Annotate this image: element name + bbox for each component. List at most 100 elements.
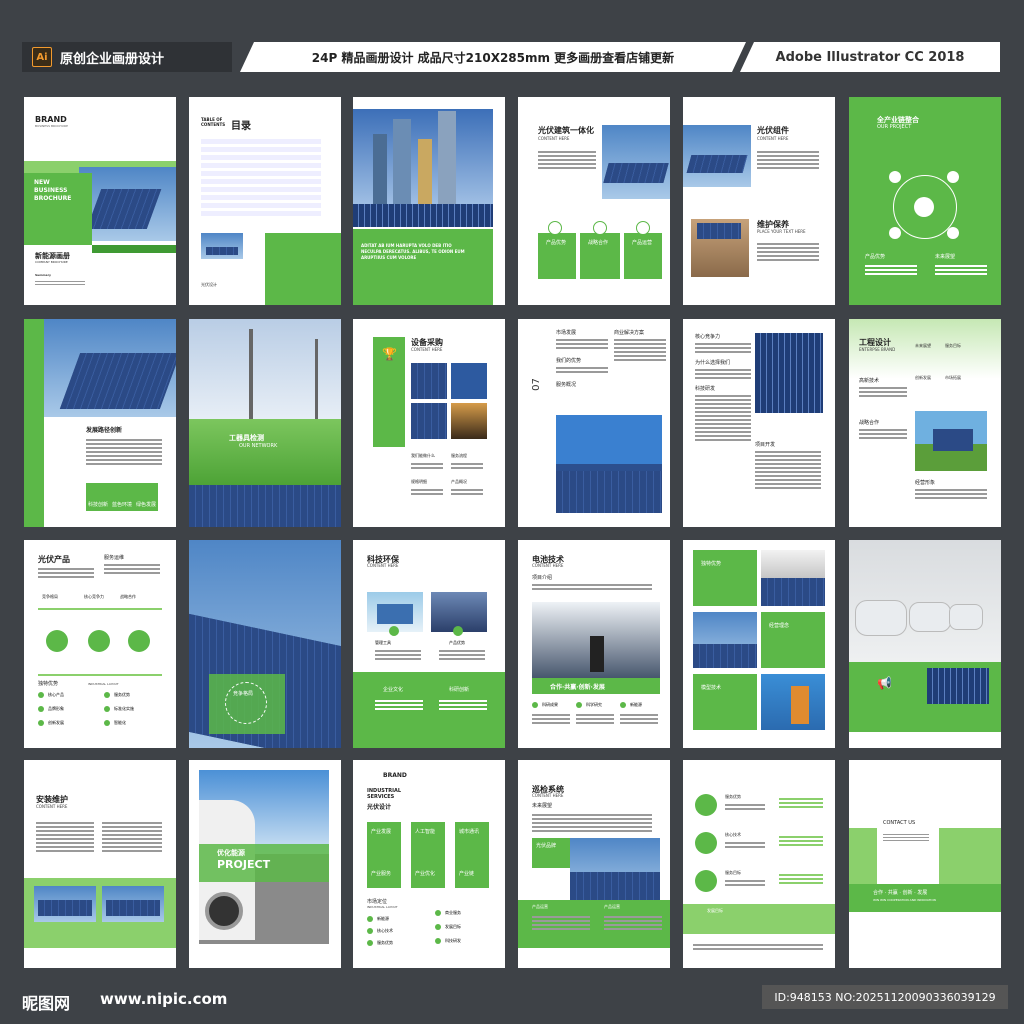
toc-en: TABLE OF CONTENTS xyxy=(201,117,226,127)
dev-icons-block: 科技创新 蓝色环境 绿色发展 xyxy=(86,483,158,511)
page-project: 优化能源 PROJECT xyxy=(189,760,341,968)
pages-p17-l3: 模型技术 xyxy=(701,685,722,691)
pages-p12-b4: 市场拓展 xyxy=(945,375,961,380)
pages-p21-b1: 产业发展 xyxy=(371,829,392,835)
pages-p10-l2: 商业解决方案 xyxy=(614,330,645,336)
engineering-sub: ENTERPSE BRAND xyxy=(859,347,896,352)
ev-photo xyxy=(849,540,1001,662)
pages-p4-b2: 战略合作 xyxy=(588,240,609,246)
cover-dark-strip xyxy=(92,245,176,253)
pages-p12-b3: 创新发展 xyxy=(915,375,931,380)
equipment-sub: CONTENT HERE xyxy=(411,347,443,352)
pages-p15-l2: 产品优势 xyxy=(449,640,465,645)
toc-green-block xyxy=(265,233,341,305)
cover-summary: Summary xyxy=(35,273,52,277)
pages-p10-l3: 我们的优势 xyxy=(556,358,582,364)
page-contact: CONTACT US 合作 · 共赢 · 创新 · 发展 WIN WIN COO… xyxy=(849,760,1001,968)
battery-sub: CONTENT HERE xyxy=(532,563,564,568)
dev-side-strip xyxy=(24,319,44,527)
pages-p21-i1: 新能源 xyxy=(377,916,389,921)
page-num: 07 xyxy=(530,378,542,391)
pv-modules-sub: CONTENT HERE xyxy=(757,136,789,141)
pv-box-2: 战略合作 xyxy=(580,233,620,279)
page-development-path: 发展路径创新 科技创新 蓝色环境 绿色发展 xyxy=(24,319,176,527)
eco-sub: CONTENT HERE xyxy=(367,563,399,568)
pages-p16-i1: 科研成果 xyxy=(542,702,558,707)
pages-p21-l2: INDUSTRIAL LAYOUT xyxy=(367,905,398,909)
wind-photo xyxy=(556,415,662,513)
header-title-left: 原创企业画册设计 xyxy=(60,51,165,67)
nipic-logo: 昵图网 xyxy=(22,994,71,1013)
image-id: ID:948153 NO:20251120090336039129 xyxy=(762,985,1008,1009)
cover-title: NEW BUSINESS BROCHURE xyxy=(34,179,72,202)
brand-label: BRAND xyxy=(35,115,67,124)
pages-p24-slogan: 合作 · 共赢 · 创新 · 发展 xyxy=(873,890,928,896)
network-title: 工器具检测 xyxy=(229,434,264,442)
pages-p13-c3: 战略合作 xyxy=(120,594,136,599)
page-advantages: 独特优势 经营理念 模型技术 xyxy=(683,540,835,748)
pages-p16-i3: 新能源 xyxy=(630,702,642,707)
trophy-icon: 🏆 xyxy=(382,347,397,361)
pages-p9-l3: 规格明细 xyxy=(411,479,427,484)
pages-p12-l2: 战略合作 xyxy=(859,420,880,426)
villa-photo xyxy=(915,411,987,471)
pages-p23-b: 发展目标 xyxy=(707,908,723,913)
battery-banner: 合作·共赢·创新·发展 xyxy=(532,678,660,694)
pages-p4-b1: 产品优势 xyxy=(546,240,567,246)
pages-p21-s3: 产业链 xyxy=(459,871,475,877)
pages-p23-t3: 服务目标 xyxy=(725,870,741,875)
competition-badge-block: 竞争格局 xyxy=(209,674,285,734)
inspection-sub: CONTENT HERE xyxy=(532,793,564,798)
pages-p13-c2: 核心竞争力 xyxy=(84,594,104,599)
page-eco-tech: 科技环保 CONTENT HERE 管理工具 产品优势 企业文化 科研创新 xyxy=(353,540,505,748)
cover-green-block: NEW BUSINESS BROCHURE xyxy=(24,173,92,245)
pv-modules-title: 光伏组件 xyxy=(757,126,789,135)
pages-p11-l4: 项目开发 xyxy=(755,442,776,448)
contact-card: CONTACT US xyxy=(877,812,939,884)
page-pv-building: 光伏建筑一体化 CONTENT HERE 产品优势 战略合作 产品运营 xyxy=(518,97,670,305)
pages-p22-l2: 产品运营 xyxy=(532,904,548,909)
pages-p21-b2: 人工智能 xyxy=(415,829,436,835)
pages-p9-l2: 服务流程 xyxy=(451,453,467,458)
nipic-url[interactable]: www.nipic.com xyxy=(100,990,227,1008)
pages-p7-i1: 科技创新 xyxy=(88,502,109,508)
pages-p22-l3: 产品运营 xyxy=(604,904,620,909)
toc-photo xyxy=(201,233,243,259)
page-industry-chain: 全产业链整合 OUR PROJECT 产品优势 未来展望 xyxy=(849,97,1001,305)
toc-cn: 目录 xyxy=(231,121,251,132)
pv-box-3: 产品运营 xyxy=(624,233,662,279)
page-industrial-services: BRAND INDUSTRIAL SERVICES 光伏设计 产业发展 产业服务 … xyxy=(353,760,505,968)
cover-photo xyxy=(79,167,176,241)
pages-p22-b1: 光伏品牌 xyxy=(536,843,557,849)
network-sub: OUR NETWORK xyxy=(239,443,278,449)
project-en: PROJECT xyxy=(217,858,271,871)
pv-products-title: 光伏产品 xyxy=(38,555,70,564)
pages-p21-l1: 市场定位 xyxy=(367,899,388,905)
pages-p13-sub: 服务运维 xyxy=(104,555,125,561)
pages-p21-i6: 科技研发 xyxy=(445,938,461,943)
megaphone-icon: 📢 xyxy=(877,676,892,690)
ev-green: 📢 xyxy=(849,662,1001,732)
pages-p9-l4: 产品概况 xyxy=(451,479,467,484)
pages-p7-i3: 绿色发展 xyxy=(136,502,157,508)
tower-photo xyxy=(189,319,341,419)
maintenance-sub: PLACE YOUR TEXT HERE xyxy=(757,229,806,234)
header-title-mid: 24P 精品画册设计 成品尺寸210X285mm 更多画册查看店铺更新 xyxy=(240,42,746,72)
pv-box-1: 产品优势 xyxy=(538,233,576,279)
page-competition: 竞争格局 xyxy=(189,540,341,748)
page-industrial-design: 07 市场发展 商业解决方案 我们的优势 服务概况 xyxy=(518,319,670,527)
page-equipment: 🏆 设备采购 CONTENT HERE 我们能做什么 服务流程 规格明细 产品概… xyxy=(353,319,505,527)
pages-p21-s1: 产业服务 xyxy=(371,871,392,877)
pages-p10-l4: 服务概况 xyxy=(556,382,577,388)
pages-p13-i5: 创新发展 xyxy=(48,720,64,725)
equipment-green-col: 🏆 xyxy=(373,337,405,447)
page-ev-charging: 📢 xyxy=(849,540,1001,748)
pv-building-title: 光伏建筑一体化 xyxy=(538,126,594,135)
installation-sub: CONTENT HERE xyxy=(36,804,68,809)
header-bar: Ai 原创企业画册设计 24P 精品画册设计 成品尺寸210X285mm 更多画… xyxy=(22,42,1000,72)
pv-building-photo xyxy=(602,125,670,199)
services-title: INDUSTRIAL SERVICES xyxy=(367,788,402,800)
page-pv-products: 光伏产品 服务运维 竞争格局 核心竞争力 战略合作 独特优势 INDUSTRIA… xyxy=(24,540,176,748)
pages-p12-l1: 高新技术 xyxy=(859,378,880,384)
pv-building-sub: CONTENT HERE xyxy=(538,136,570,141)
